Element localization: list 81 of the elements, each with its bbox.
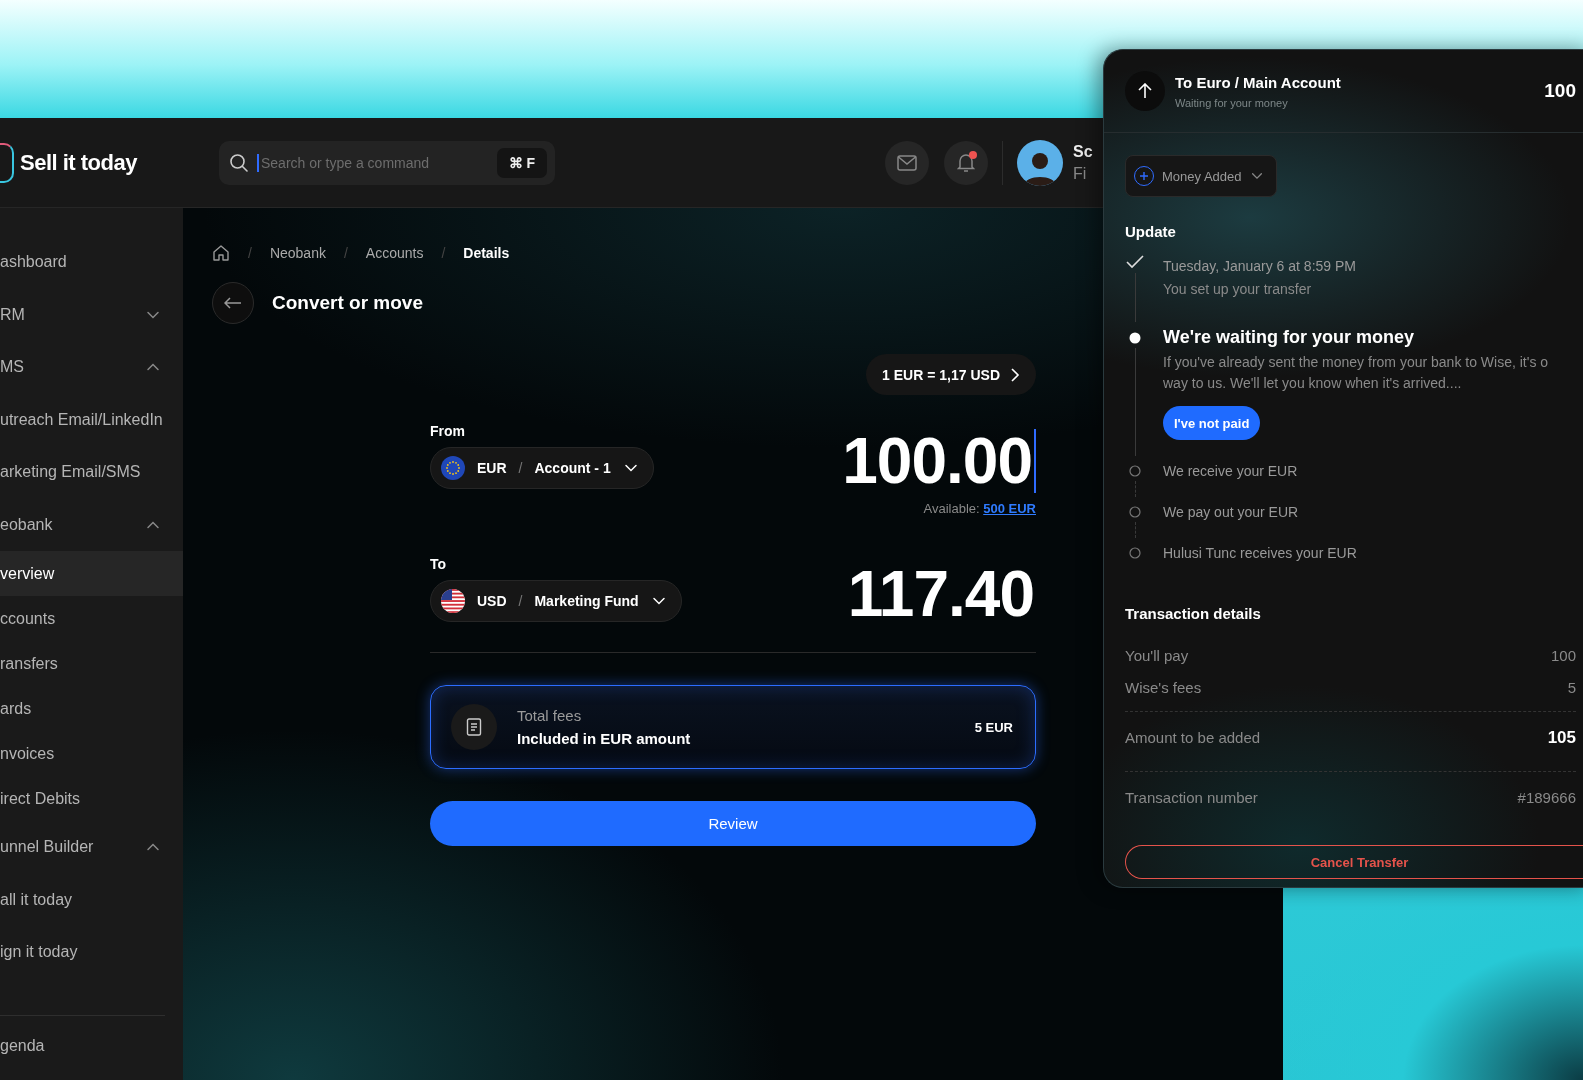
sidebar-item[interactable]: MS [0, 341, 183, 394]
sidebar-item[interactable]: irect Debits [0, 776, 183, 821]
field-label: From [430, 423, 466, 439]
section-heading: Update [1125, 223, 1176, 240]
status-dropdown[interactable]: Money Added [1125, 155, 1277, 197]
detail-value: #189666 [1517, 789, 1576, 806]
logo-icon [0, 142, 14, 183]
account-selector[interactable]: USD / Marketing Fund [430, 580, 682, 622]
sidebar-item[interactable]: ransfers [0, 641, 183, 686]
plus-icon [1139, 171, 1149, 181]
sidebar-item[interactable]: eobank [0, 498, 183, 551]
shortcut-key: ⌘ F [496, 147, 547, 178]
transfer-amount: 100 [1544, 80, 1576, 102]
detail-label: You'll pay [1125, 646, 1189, 664]
available-balance: Available: 500 EUR [923, 501, 1036, 516]
bell-icon [957, 152, 975, 173]
review-button[interactable]: Review [430, 801, 1036, 846]
avatar[interactable] [1017, 139, 1063, 186]
logo-text: Sell it today [20, 149, 137, 176]
section-heading: Transaction details [1125, 605, 1261, 622]
mail-button[interactable] [885, 140, 929, 185]
step-description: If you've already sent the money from your bank to Wise, it's o [1163, 353, 1550, 372]
breadcrumb-link[interactable]: Details [463, 245, 510, 261]
exchange-rate-button[interactable]: 1 EUR = 1,17 USD [866, 354, 1036, 395]
sidebar-item[interactable]: genda [0, 1019, 183, 1072]
back-button[interactable] [212, 282, 254, 324]
sidebar-item[interactable]: nvoices [0, 731, 183, 776]
step-description: way to us. We'll let you know when it's arrived.... [1163, 374, 1463, 393]
mail-icon [897, 154, 917, 171]
fees-title: Total fees [517, 707, 583, 724]
user-name: Sc [1073, 141, 1093, 162]
transfer-status: Waiting for your money [1175, 96, 1289, 109]
step-title: We pay out your EUR [1163, 503, 1300, 522]
home-icon[interactable] [212, 244, 230, 262]
detail-label: Wise's fees [1125, 678, 1202, 696]
detail-label: Transaction number [1125, 789, 1258, 806]
up-arrow-icon [1138, 83, 1152, 99]
search-field[interactable]: Search or type a command ⌘ F [219, 140, 555, 185]
sidebar-item[interactable]: RM [0, 288, 183, 341]
transfer-title: To Euro / Main Account [1175, 73, 1342, 91]
sidebar-item[interactable]: unnel Builder [0, 821, 183, 874]
sidebar-item[interactable]: verview [0, 551, 183, 596]
sidebar-item[interactable]: ashboard [0, 236, 183, 289]
back-arrow-icon [224, 297, 242, 309]
step-title: Hulusi Tunc receives your EUR [1163, 544, 1358, 563]
sidebar-item[interactable]: arketing Email/SMS [0, 446, 183, 499]
breadcrumb-link[interactable]: Neobank [269, 245, 326, 261]
step-title: We receive your EUR [1163, 462, 1299, 481]
fees-note: Included in EUR amount [517, 730, 692, 747]
eu-flag-icon [441, 456, 465, 480]
sidebar-item[interactable]: all it today [0, 873, 183, 926]
breadcrumb-link[interactable]: Accounts [365, 245, 424, 261]
breadcrumb-separator: / [343, 245, 348, 261]
chevron-right-icon [1010, 367, 1020, 382]
balance-link[interactable]: 500 EUR [983, 501, 1036, 516]
field-label: To [430, 556, 448, 572]
breadcrumb-separator: / [441, 245, 446, 261]
step-title: We're waiting for your money [1163, 326, 1415, 348]
account-selector[interactable]: EUR / Account - 1 [430, 447, 654, 489]
breadcrumb-separator: / [248, 245, 252, 261]
amount-value: 117.40 [847, 562, 1035, 626]
receipt-icon [466, 718, 482, 736]
amount-value: 100.00 [842, 429, 1036, 493]
notifications-button[interactable] [944, 140, 988, 185]
detail-value: 105 [1547, 727, 1576, 748]
search-icon [229, 152, 249, 173]
fees-value: 5 EUR [974, 719, 1013, 735]
sidebar-item[interactable]: ccounts [0, 596, 183, 641]
detail-value: 5 [1567, 678, 1576, 696]
detail-label: Amount to be added [1125, 729, 1261, 746]
not-paid-button[interactable]: I've not paid [1163, 406, 1261, 440]
sidebar-item[interactable]: utreach Email/LinkedIn [0, 393, 183, 446]
sidebar-item[interactable]: ign it today [0, 926, 183, 979]
step-title: Tuesday, January 6 at 8:59 PM [1163, 257, 1357, 276]
page-title: Convert or move [272, 292, 423, 314]
sidebar-item[interactable]: ards [0, 686, 183, 731]
detail-value: 100 [1550, 646, 1576, 664]
user-role: Fi [1073, 163, 1088, 184]
search-input[interactable]: Search or type a command [257, 153, 489, 172]
us-flag-icon [441, 589, 465, 613]
step-description: You set up your transfer [1163, 280, 1313, 299]
